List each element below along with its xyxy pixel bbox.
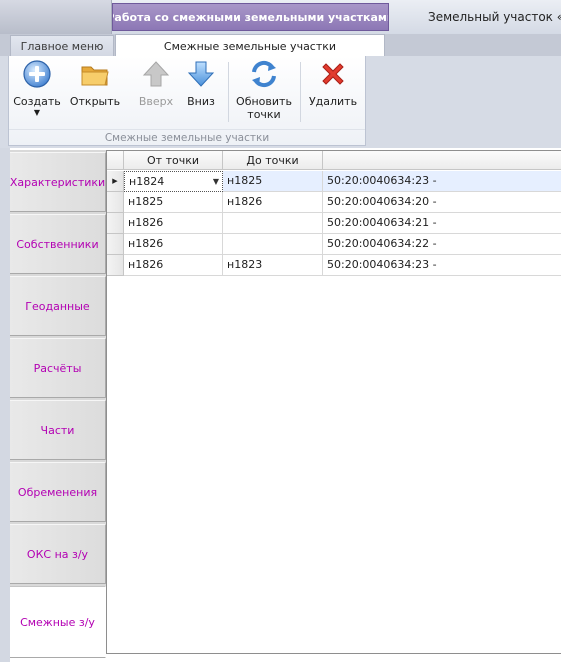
side-tab-geodata[interactable]: Геоданные: [10, 276, 106, 336]
tab-main-menu[interactable]: Главное меню: [10, 35, 114, 56]
left-frame: [0, 148, 10, 662]
to-point-cell[interactable]: [223, 234, 323, 255]
from-point-cell[interactable]: н1826: [124, 213, 223, 234]
side-tab-adjacent-parcels[interactable]: Смежные з/у: [10, 586, 106, 658]
bottom-edge: [106, 654, 561, 662]
column-header-from-point[interactable]: От точки: [124, 151, 223, 170]
move-down-label: Вниз: [187, 95, 215, 108]
side-tab-oks[interactable]: ОКС на з/у: [10, 524, 106, 584]
refresh-label-line2: точки: [247, 108, 281, 121]
window-title: Земельный участок «:ЗУ: [428, 10, 561, 24]
create-button[interactable]: Создать ▼: [13, 58, 61, 126]
refresh-icon: [252, 60, 276, 88]
to-point-cell[interactable]: [223, 213, 323, 234]
from-point-combo[interactable]: н1824 ▼: [124, 171, 223, 192]
quick-access-area: [0, 0, 112, 34]
row-indicator: [107, 213, 124, 234]
delete-button-label: Удалить: [308, 95, 358, 108]
move-down-button[interactable]: Вниз: [181, 58, 221, 126]
from-point-value: н1824: [129, 175, 165, 188]
from-point-cell[interactable]: н1825: [124, 192, 223, 213]
chevron-down-icon[interactable]: ▼: [213, 172, 219, 191]
parcel-cell[interactable]: 50:20:0040634:23 -: [323, 255, 561, 276]
side-tabs: Характеристики Собственники Геоданные Ра…: [10, 150, 106, 658]
row-indicator: [107, 234, 124, 255]
delete-icon: [322, 63, 344, 85]
context-tab-header[interactable]: Работа со смежными земельными участками: [112, 3, 389, 31]
ribbon-group-adjacent-parcels: Создать ▼ Открыть Вверх Вниз Обновить то…: [8, 56, 366, 146]
refresh-label-line1: Обновить: [236, 95, 292, 108]
side-tab-parts[interactable]: Части: [10, 400, 106, 460]
from-point-cell[interactable]: н1826: [124, 234, 223, 255]
ribbon: Создать ▼ Открыть Вверх Вниз Обновить то…: [0, 56, 561, 148]
parcel-cell[interactable]: 50:20:0040634:23 -: [323, 171, 561, 192]
delete-button[interactable]: Удалить: [307, 58, 359, 126]
side-tab-calculations[interactable]: Расчёты: [10, 338, 106, 398]
to-point-cell[interactable]: н1823: [223, 255, 323, 276]
open-button-label: Открыть: [69, 95, 121, 108]
grid-header-indicator: [107, 151, 124, 170]
adjacent-parcels-grid: От точки До точки ▶ н1824 ▼ н1825 50:20:…: [106, 150, 561, 654]
add-icon: [23, 60, 51, 88]
side-tab-owners[interactable]: Собственники: [10, 214, 106, 274]
side-tab-characteristics[interactable]: Характеристики: [10, 152, 106, 212]
grid-header: От точки До точки: [107, 151, 561, 170]
folder-icon: [81, 66, 109, 86]
from-point-cell[interactable]: н1826: [124, 255, 223, 276]
table-row[interactable]: н1826 н1823 50:20:0040634:23 -: [107, 255, 561, 276]
ribbon-tabs: Главное меню Смежные земельные участки: [0, 34, 561, 57]
arrow-up-icon: [142, 61, 170, 87]
row-indicator-arrow-icon: ▶: [107, 171, 124, 192]
table-row[interactable]: н1826 50:20:0040634:22 -: [107, 234, 561, 255]
title-bar: Работа со смежными земельными участками …: [0, 0, 561, 34]
open-button[interactable]: Открыть: [70, 58, 120, 126]
column-header-to-point[interactable]: До точки: [223, 151, 323, 170]
table-row[interactable]: н1826 50:20:0040634:21 -: [107, 213, 561, 234]
parcel-cell[interactable]: 50:20:0040634:21 -: [323, 213, 561, 234]
parcel-cell[interactable]: 50:20:0040634:22 -: [323, 234, 561, 255]
move-up-button[interactable]: Вверх: [136, 58, 176, 126]
create-dropdown-caret-icon[interactable]: ▼: [34, 109, 40, 117]
ribbon-separator: [228, 62, 229, 122]
table-row[interactable]: н1825 н1826 50:20:0040634:20 -: [107, 192, 561, 213]
move-up-label: Вверх: [138, 95, 174, 108]
to-point-cell[interactable]: н1825: [223, 171, 323, 192]
refresh-points-button[interactable]: Обновить точки: [234, 58, 294, 126]
ribbon-separator: [300, 62, 301, 122]
create-button-label: Создать: [13, 95, 61, 108]
tab-adjacent-parcels[interactable]: Смежные земельные участки: [115, 34, 385, 57]
table-row[interactable]: ▶ н1824 ▼ н1825 50:20:0040634:23 -: [107, 171, 561, 192]
row-indicator: [107, 255, 124, 276]
parcel-cell[interactable]: 50:20:0040634:20 -: [323, 192, 561, 213]
ribbon-group-label: Смежные земельные участки: [9, 129, 365, 145]
to-point-cell[interactable]: н1826: [223, 192, 323, 213]
arrow-down-icon: [187, 61, 215, 87]
side-tab-encumbrances[interactable]: Обременения: [10, 462, 106, 522]
row-indicator: [107, 192, 124, 213]
column-header-parcel[interactable]: [323, 151, 561, 170]
